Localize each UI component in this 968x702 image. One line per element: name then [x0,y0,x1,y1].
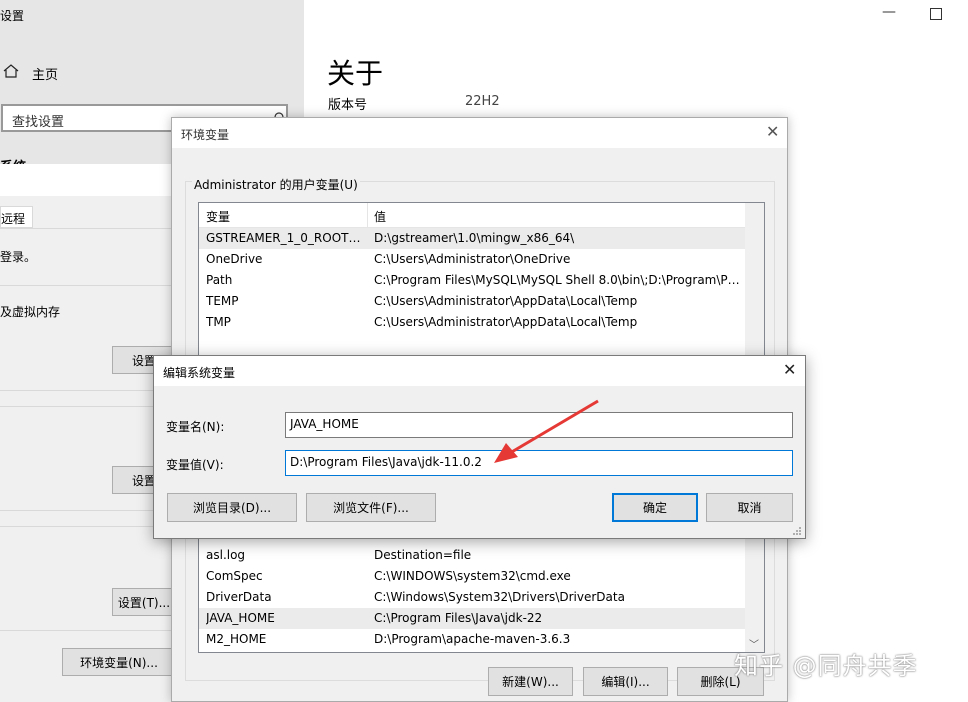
watermark: 知乎 @同舟共季 [734,652,918,680]
page-title: 关于 [327,57,384,90]
list-item[interactable]: ComSpec C:\WINDOWS\system32\cmd.exe [199,566,745,587]
list-item[interactable]: JAVA_HOME C:\Program Files\Java\jdk-22 [199,608,745,629]
env-dialog-title-bar: 环境变量 ✕ [172,118,787,148]
search-placeholder: 查找设置 [12,115,65,130]
sysprops-text-2: 及虚拟内存 [0,305,61,319]
browse-dir-button[interactable]: 浏览目录(D)... [167,493,297,522]
new-var-button[interactable]: 新建(W)... [488,667,573,696]
section-label: 系统 [0,156,26,164]
var-name-label: 变量名(N): [166,420,225,434]
system-list-scrollbar[interactable]: ﹀ [745,524,764,652]
env-dialog-title: 环境变量 [181,128,230,142]
edit-dialog-title-bar: 编辑系统变量 ✕ [154,356,805,386]
list-item[interactable]: OneDrive C:\Users\Administrator\OneDrive [199,249,745,270]
resize-grip-icon[interactable] [792,526,802,536]
maximize-icon[interactable] [930,8,942,20]
edit-dialog-title: 编辑系统变量 [163,366,236,380]
user-vars-group-label: Administrator 的用户变量(U) [192,176,360,193]
list-item[interactable]: Path C:\Program Files\MySQL\MySQL Shell 8… [199,270,745,291]
col-header-var[interactable]: 变量 [206,208,230,225]
minimize-icon[interactable]: — [882,4,896,20]
list-item[interactable]: M2_HOME D:\Program\apache-maven-3.6.3 [199,629,745,650]
sysprops-title-bar [0,164,176,196]
list-item[interactable]: TMP C:\Users\Administrator\AppData\Local\… [199,312,745,333]
version-value: 22H2 [465,94,500,109]
annotation-arrow-icon [494,399,599,463]
cancel-button[interactable]: 取消 [706,493,793,522]
user-vars-list[interactable]: 变量 值 GSTREAMER_1_0_ROOT_... D:\gstreamer\… [198,202,765,362]
startup-settings-button[interactable]: 设置(T)... [112,588,176,616]
version-label: 版本号 [328,98,368,113]
home-icon[interactable] [2,62,20,80]
tab-remote[interactable]: 远程 [0,206,33,228]
system-properties-dialog: 远程 登录。 及虚拟内存 设置 设置 设置(T)... 环境变量(N)... [0,164,176,702]
system-vars-list[interactable]: asl.log Destination=file ComSpec C:\WINDOW… [198,523,765,653]
user-vars-header: 变量 值 [199,203,745,228]
browse-file-button[interactable]: 浏览文件(F)... [306,493,436,522]
col-header-val[interactable]: 值 [374,208,386,225]
ok-button[interactable]: 确定 [612,493,698,522]
list-item[interactable]: asl.log Destination=file [199,545,745,566]
home-nav-label[interactable]: 主页 [32,64,58,83]
close-icon[interactable]: ✕ [783,360,796,379]
list-item[interactable]: TEMP C:\Users\Administrator\AppData\Local… [199,291,745,312]
var-value-label: 变量值(V): [166,458,224,472]
settings-window-title: 设置 [0,9,25,23]
edit-var-button[interactable]: 编辑(I)... [583,667,668,696]
list-item[interactable]: DriverData C:\Windows\System32\Drivers\Dr… [199,587,745,608]
close-icon[interactable]: ✕ [766,122,779,141]
user-list-scrollbar[interactable] [745,203,764,361]
sysprops-text-1: 登录。 [0,250,37,264]
list-item[interactable]: GSTREAMER_1_0_ROOT_... D:\gstreamer\1.0\m… [199,228,745,249]
env-vars-button[interactable]: 环境变量(N)... [62,648,176,676]
